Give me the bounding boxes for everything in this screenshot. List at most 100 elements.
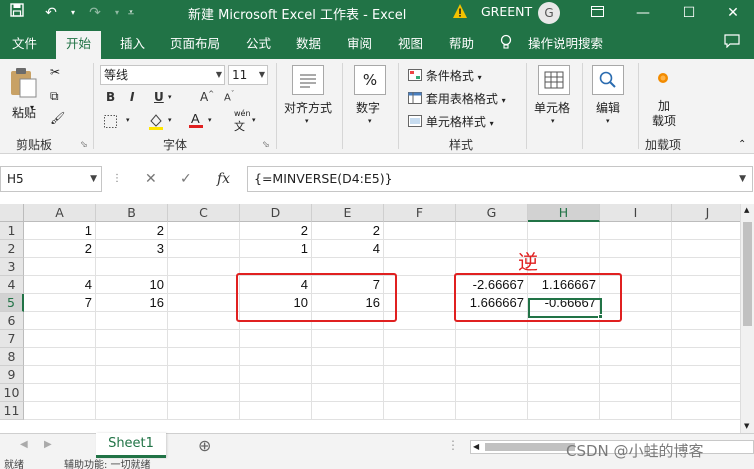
underline-dropdown-icon[interactable]: ▾ <box>168 93 172 101</box>
cell-f9[interactable] <box>384 366 456 384</box>
ribbon-display-options-icon[interactable] <box>574 0 620 26</box>
cell-a7[interactable] <box>24 330 96 348</box>
cell-d11[interactable] <box>240 402 312 420</box>
cell-f7[interactable] <box>384 330 456 348</box>
cell-a2[interactable]: 2 <box>24 240 96 258</box>
column-header-f[interactable]: F <box>384 204 456 222</box>
tab-review[interactable]: 审阅 <box>347 34 372 56</box>
cut-icon[interactable]: ✂ <box>50 65 60 79</box>
cell-h1[interactable] <box>528 222 600 240</box>
cell-i1[interactable] <box>600 222 672 240</box>
font-size-select[interactable]: 11 ▼ <box>228 65 268 85</box>
minimize-icon[interactable]: — <box>620 0 666 26</box>
cell-j11[interactable] <box>672 402 740 420</box>
cell-i7[interactable] <box>600 330 672 348</box>
cell-b8[interactable] <box>96 348 168 366</box>
cell-j7[interactable] <box>672 330 740 348</box>
cell-b6[interactable] <box>96 312 168 330</box>
borders-icon[interactable] <box>104 115 117 131</box>
format-as-table-button[interactable]: 套用表格格式 ▾ <box>408 90 506 107</box>
cell-e2[interactable]: 4 <box>312 240 384 258</box>
row-header-9[interactable]: 9 <box>0 366 24 384</box>
cell-d10[interactable] <box>240 384 312 402</box>
enter-icon[interactable]: ✓ <box>180 166 192 192</box>
status-accessibility[interactable]: 辅助功能: 一切就绪 <box>64 459 151 469</box>
cell-j6[interactable] <box>672 312 740 330</box>
cell-a10[interactable] <box>24 384 96 402</box>
format-painter-icon[interactable]: 🖌 <box>50 111 65 125</box>
column-header-a[interactable]: A <box>24 204 96 222</box>
shrink-font-button[interactable]: Aˇ <box>224 90 234 103</box>
column-header-b[interactable]: B <box>96 204 168 222</box>
cell-c3[interactable] <box>168 258 240 276</box>
cell-b2[interactable]: 3 <box>96 240 168 258</box>
cell-h2[interactable] <box>528 240 600 258</box>
cell-f8[interactable] <box>384 348 456 366</box>
add-sheet-icon[interactable]: ⊕ <box>198 436 211 455</box>
tab-file[interactable]: 文件 <box>12 34 37 56</box>
cell-c11[interactable] <box>168 402 240 420</box>
cell-g10[interactable] <box>456 384 528 402</box>
cell-f10[interactable] <box>384 384 456 402</box>
cell-d2[interactable]: 1 <box>240 240 312 258</box>
cells-dropdown-icon[interactable]: ▾ <box>551 117 555 125</box>
number-button[interactable]: 数字 <box>356 99 380 116</box>
cell-d7[interactable] <box>240 330 312 348</box>
paste-button[interactable]: 粘贴 <box>8 67 38 121</box>
cell-e1[interactable]: 2 <box>312 222 384 240</box>
cell-b3[interactable] <box>96 258 168 276</box>
underline-button[interactable]: U <box>154 90 164 104</box>
font-launcher-icon[interactable]: ⬂ <box>262 140 270 150</box>
cell-b4[interactable]: 10 <box>96 276 168 294</box>
worksheet-grid[interactable]: ABCDEFGHIJ 1 2 3 4 5 6 7 8 9 10 11 1 2 2 2 2 3 1 4 4 10 4 7 -2… <box>0 204 740 433</box>
cell-c5[interactable] <box>168 294 240 312</box>
row-header-4[interactable]: 4 <box>0 276 24 294</box>
insert-function-icon[interactable]: fx <box>217 166 230 192</box>
column-header-c[interactable]: C <box>168 204 240 222</box>
cell-f2[interactable] <box>384 240 456 258</box>
clipboard-launcher-icon[interactable]: ⬂ <box>80 140 88 150</box>
cell-j8[interactable] <box>672 348 740 366</box>
column-header-g[interactable]: G <box>456 204 528 222</box>
lightbulb-icon[interactable] <box>500 34 512 56</box>
cell-g11[interactable] <box>456 402 528 420</box>
tab-splitter-icon[interactable]: ⋮ <box>447 438 459 452</box>
percent-icon[interactable]: % <box>354 65 386 95</box>
cell-b10[interactable] <box>96 384 168 402</box>
close-icon[interactable]: ✕ <box>710 0 754 26</box>
name-box[interactable]: H5 ▼ <box>0 166 102 192</box>
cell-h10[interactable] <box>528 384 600 402</box>
cell-a3[interactable] <box>24 258 96 276</box>
cell-a1[interactable]: 1 <box>24 222 96 240</box>
warning-icon[interactable] <box>452 3 468 19</box>
cell-g8[interactable] <box>456 348 528 366</box>
cell-a9[interactable] <box>24 366 96 384</box>
fill-color-dropdown-icon[interactable]: ▾ <box>168 116 172 124</box>
column-header-i[interactable]: I <box>600 204 672 222</box>
customize-toolbar-icon[interactable]: ⩡ <box>120 3 142 23</box>
tab-home[interactable]: 开始 <box>56 31 102 59</box>
cells-button[interactable]: 单元格 <box>534 99 570 116</box>
maximize-icon[interactable]: ☐ <box>666 0 712 26</box>
cell-c2[interactable] <box>168 240 240 258</box>
cell-f11[interactable] <box>384 402 456 420</box>
undo-dropdown-icon[interactable]: ▾ <box>62 3 84 23</box>
cell-j9[interactable] <box>672 366 740 384</box>
borders-dropdown-icon[interactable]: ▾ <box>126 116 130 124</box>
undo-icon[interactable]: ↶ <box>40 3 62 23</box>
cell-c9[interactable] <box>168 366 240 384</box>
cell-c7[interactable] <box>168 330 240 348</box>
phonetic-dropdown-icon[interactable]: ▾ <box>252 116 256 124</box>
cell-i2[interactable] <box>600 240 672 258</box>
cell-g1[interactable] <box>456 222 528 240</box>
save-icon[interactable] <box>6 3 28 23</box>
alignment-dropdown-icon[interactable]: ▾ <box>305 117 309 125</box>
cell-i10[interactable] <box>600 384 672 402</box>
cell-c8[interactable] <box>168 348 240 366</box>
conditional-formatting-button[interactable]: 条件格式 ▾ <box>408 67 482 84</box>
cell-h7[interactable] <box>528 330 600 348</box>
number-dropdown-icon[interactable]: ▾ <box>368 117 372 125</box>
avatar[interactable]: G <box>538 2 560 24</box>
cell-c1[interactable] <box>168 222 240 240</box>
italic-button[interactable]: I <box>130 90 134 104</box>
